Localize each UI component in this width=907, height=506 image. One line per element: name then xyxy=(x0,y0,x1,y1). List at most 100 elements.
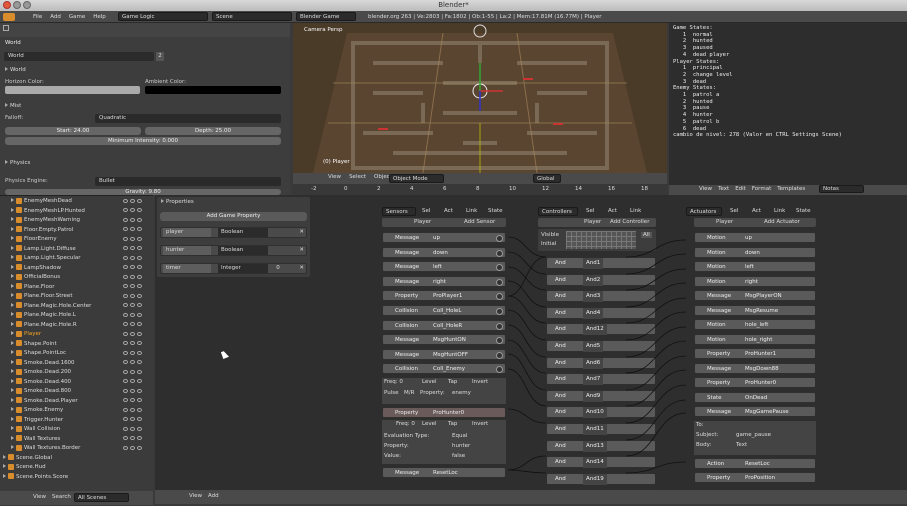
message-body-label[interactable]: Body: xyxy=(696,442,711,448)
actuator-name[interactable]: left xyxy=(745,262,754,271)
add-sensor-button[interactable]: Add Sensor xyxy=(464,219,495,225)
outliner-item[interactable]: Floor.Empty.Patrol xyxy=(3,226,151,236)
actuators-link-toggle[interactable]: Link xyxy=(774,208,785,214)
eye-icon[interactable] xyxy=(123,293,128,298)
render-camera-icon[interactable] xyxy=(137,369,142,374)
section-physics[interactable]: Physics xyxy=(5,160,30,166)
outliner-item[interactable]: EnemyMeshLP.Hunted xyxy=(3,207,151,217)
eye-icon[interactable] xyxy=(123,369,128,374)
viewport-menu-view[interactable]: View xyxy=(328,174,341,180)
controllers-link-toggle[interactable]: Link xyxy=(630,208,641,214)
render-camera-icon[interactable] xyxy=(137,407,142,412)
cursor-select-icon[interactable] xyxy=(130,350,135,355)
cursor-select-icon[interactable] xyxy=(130,445,135,450)
sensor-name[interactable]: down xyxy=(433,248,448,257)
ambient-color-swatch[interactable] xyxy=(145,86,281,94)
eye-icon[interactable] xyxy=(123,436,128,440)
timeline[interactable]: -2 0 2 4 6 8 10 12 14 16 18 xyxy=(293,184,667,195)
expand-arrow-icon[interactable] xyxy=(11,407,14,411)
render-camera-icon[interactable] xyxy=(137,236,142,241)
outliner-item[interactable]: Plane.Magic.Hole.L xyxy=(3,311,151,321)
outliner-item[interactable]: Smoke.Dead.200 xyxy=(3,368,151,378)
add-game-property-button[interactable]: Add Game Property xyxy=(160,212,307,221)
sensor-type[interactable]: Message xyxy=(395,468,419,477)
sensor-link-socket[interactable] xyxy=(496,307,503,315)
expand-arrow-icon[interactable] xyxy=(11,321,14,326)
eye-icon[interactable] xyxy=(123,360,128,364)
cursor-select-icon[interactable] xyxy=(130,388,135,393)
section-mist[interactable]: Mist xyxy=(5,103,21,109)
eye-icon[interactable] xyxy=(123,398,128,402)
outliner-item[interactable]: Smoke.Dead.Player xyxy=(3,397,151,407)
delete-property-icon[interactable]: ✕ xyxy=(299,228,304,237)
expand-arrow-icon[interactable] xyxy=(11,426,14,430)
expand-arrow-icon[interactable] xyxy=(11,302,14,307)
cursor-select-icon[interactable] xyxy=(130,303,135,307)
controllers-filter-select[interactable]: Controllers xyxy=(538,207,578,216)
eye-icon[interactable] xyxy=(123,407,128,412)
render-camera-icon[interactable] xyxy=(137,255,142,260)
cursor-select-icon[interactable] xyxy=(130,426,135,431)
cursor-select-icon[interactable] xyxy=(130,436,135,440)
sensor-link-socket[interactable] xyxy=(496,366,503,374)
screen-layout-select[interactable]: Game Logic xyxy=(118,12,208,21)
eye-icon[interactable] xyxy=(123,274,128,279)
expand-arrow-icon[interactable] xyxy=(11,378,14,383)
sensor-link-socket[interactable] xyxy=(496,264,503,272)
text-menu-edit[interactable]: Edit xyxy=(735,186,746,192)
actuator-row[interactable]: Motion hole_left xyxy=(694,319,816,330)
cursor-select-icon[interactable] xyxy=(130,379,135,383)
outliner-item[interactable]: EnemyMeshWarning xyxy=(3,216,151,226)
menu-help[interactable]: Help xyxy=(93,11,106,23)
expand-arrow-icon[interactable] xyxy=(11,245,14,250)
sensor-link-socket[interactable] xyxy=(496,337,503,345)
sensor-type[interactable]: Message xyxy=(395,350,419,359)
outliner-item[interactable]: Lamp.Light.Specular xyxy=(3,254,151,264)
add-controller-button[interactable]: Add Controller xyxy=(610,219,649,225)
expand-arrow-icon[interactable] xyxy=(11,312,14,316)
sensor-type[interactable]: Property xyxy=(395,408,418,417)
actuator-name[interactable]: MsgGamePause xyxy=(745,407,789,416)
message-to-label[interactable]: To: xyxy=(696,422,704,428)
expand-arrow-icon[interactable] xyxy=(11,369,14,373)
property-sensor-invert[interactable]: Invert xyxy=(472,421,488,427)
sensor-row[interactable]: Message MsgHuntON xyxy=(382,334,506,346)
sensors-sel-toggle[interactable]: Sel xyxy=(422,208,430,214)
expand-arrow-icon[interactable] xyxy=(11,445,14,449)
expand-arrow-icon[interactable] xyxy=(11,198,14,202)
actuator-name[interactable]: MsgResume xyxy=(745,306,778,315)
outliner-item[interactable]: Smoke.Dead.1600 xyxy=(3,359,151,369)
eye-icon[interactable] xyxy=(123,284,128,288)
expand-arrow-icon[interactable] xyxy=(11,226,14,231)
delete-property-icon[interactable]: ✕ xyxy=(299,246,304,255)
property-sensor-property-label[interactable]: Property: xyxy=(384,443,409,449)
outliner-item[interactable]: OfficialBonus xyxy=(3,273,151,283)
eye-icon[interactable] xyxy=(123,255,128,260)
actuator-type[interactable]: Motion xyxy=(707,262,726,271)
horizon-color-swatch[interactable] xyxy=(5,86,140,94)
outliner-item[interactable]: Shape.Point xyxy=(3,340,151,350)
eye-icon[interactable] xyxy=(123,227,128,231)
render-camera-icon[interactable] xyxy=(137,246,142,250)
expand-arrow-icon[interactable] xyxy=(11,207,14,212)
outliner-item[interactable]: Scene.Hud xyxy=(3,463,151,473)
minimize-window-icon[interactable] xyxy=(13,1,21,9)
cursor-select-icon[interactable] xyxy=(130,255,135,260)
outliner-item[interactable]: Wall Textures xyxy=(3,435,151,445)
property-sensor-row[interactable]: Property ProHunter0 xyxy=(382,406,506,418)
cursor-select-icon[interactable] xyxy=(130,198,135,203)
expand-arrow-icon[interactable] xyxy=(11,236,14,240)
coll-enemy-freq[interactable]: Freq: 0 xyxy=(384,379,403,385)
falloff-select[interactable]: Quadratic xyxy=(95,114,281,123)
render-camera-icon[interactable] xyxy=(137,227,142,231)
eye-icon[interactable] xyxy=(123,246,128,250)
game-property-type[interactable]: Boolean xyxy=(218,228,268,237)
cursor-select-icon[interactable] xyxy=(130,227,135,231)
menu-game[interactable]: Game xyxy=(69,11,85,23)
controllers-sel-toggle[interactable]: Sel xyxy=(586,208,594,214)
actuator-type[interactable]: Property xyxy=(707,473,730,482)
menu-file[interactable]: File xyxy=(33,11,42,23)
sensor-type[interactable]: Message xyxy=(395,233,419,242)
cursor-select-icon[interactable] xyxy=(130,265,135,269)
expand-arrow-icon[interactable] xyxy=(11,397,14,402)
